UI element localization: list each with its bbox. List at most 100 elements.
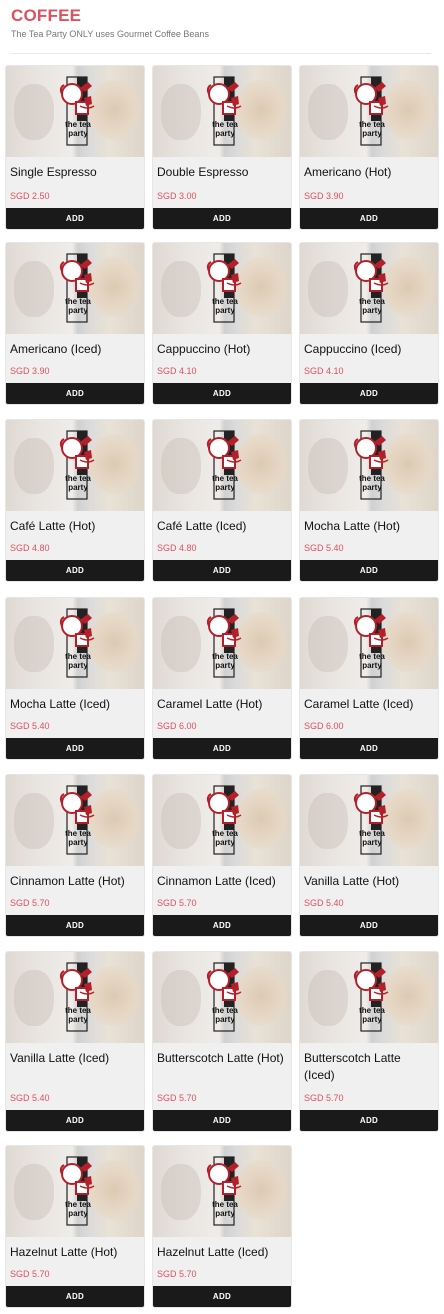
- tea-party-logo-icon: the tea party: [206, 785, 242, 855]
- product-name[interactable]: Caramel Latte (Iced): [304, 696, 434, 713]
- product-price: SGD 5.40: [10, 721, 50, 731]
- product-card[interactable]: the tea party Cinnamon Latte (Iced) SGD …: [152, 774, 292, 937]
- add-to-cart-button[interactable]: ADD: [153, 560, 291, 581]
- add-to-cart-button[interactable]: ADD: [6, 1286, 144, 1307]
- add-to-cart-button[interactable]: ADD: [300, 738, 438, 759]
- product-price: SGD 5.70: [304, 1093, 344, 1103]
- product-image[interactable]: the tea party: [153, 420, 291, 511]
- product-image[interactable]: the tea party: [153, 775, 291, 866]
- product-image[interactable]: the tea party: [300, 952, 438, 1043]
- add-to-cart-button[interactable]: ADD: [300, 915, 438, 936]
- tea-party-logo-icon: the tea party: [59, 76, 95, 146]
- product-image[interactable]: the tea party: [300, 775, 438, 866]
- product-image[interactable]: the tea party: [6, 952, 144, 1043]
- product-name[interactable]: Americano (Iced): [10, 341, 140, 358]
- product-card[interactable]: the tea party Caramel Latte (Iced) SGD 6…: [299, 597, 439, 760]
- product-card[interactable]: the tea party Mocha Latte (Iced) SGD 5.4…: [5, 597, 145, 760]
- add-to-cart-button[interactable]: ADD: [6, 383, 144, 404]
- logo-line-2: party: [215, 838, 235, 847]
- add-to-cart-button[interactable]: ADD: [153, 208, 291, 229]
- product-name[interactable]: Americano (Hot): [304, 164, 434, 181]
- product-name[interactable]: Butterscotch Latte (Iced): [304, 1050, 434, 1084]
- product-card[interactable]: the tea party Vanilla Latte (Hot) SGD 5.…: [299, 774, 439, 937]
- product-card[interactable]: the tea party Café Latte (Iced) SGD 4.80…: [152, 419, 292, 582]
- product-name[interactable]: Cinnamon Latte (Iced): [157, 873, 287, 890]
- logo-line-1: the tea: [65, 297, 91, 306]
- product-name[interactable]: Cinnamon Latte (Hot): [10, 873, 140, 890]
- add-to-cart-button[interactable]: ADD: [300, 560, 438, 581]
- product-name[interactable]: Hazelnut Latte (Iced): [157, 1244, 287, 1261]
- logo-line-1: the tea: [359, 120, 385, 129]
- product-name[interactable]: Café Latte (Hot): [10, 518, 140, 535]
- tea-party-logo-icon: the tea party: [206, 430, 242, 500]
- add-to-cart-button[interactable]: ADD: [6, 915, 144, 936]
- tea-party-logo-icon: the tea party: [206, 76, 242, 146]
- add-to-cart-button[interactable]: ADD: [153, 383, 291, 404]
- product-image[interactable]: the tea party: [6, 420, 144, 511]
- product-name[interactable]: Mocha Latte (Hot): [304, 518, 434, 535]
- product-name[interactable]: Butterscotch Latte (Hot): [157, 1050, 287, 1067]
- product-card[interactable]: the tea party Vanilla Latte (Iced) SGD 5…: [5, 951, 145, 1132]
- add-to-cart-button[interactable]: ADD: [153, 738, 291, 759]
- product-card[interactable]: the tea party Americano (Hot) SGD 3.90 A…: [299, 65, 439, 230]
- add-to-cart-button[interactable]: ADD: [300, 1110, 438, 1131]
- logo-line-1: the tea: [65, 474, 91, 483]
- product-image[interactable]: the tea party: [300, 66, 438, 157]
- section-header: COFFEE The Tea Party ONLY uses Gourmet C…: [11, 0, 431, 39]
- product-card[interactable]: the tea party Mocha Latte (Hot) SGD 5.40…: [299, 419, 439, 582]
- product-name[interactable]: Vanilla Latte (Iced): [10, 1050, 140, 1067]
- add-to-cart-button[interactable]: ADD: [6, 560, 144, 581]
- tea-party-logo-icon: the tea party: [206, 608, 242, 678]
- product-card[interactable]: the tea party Cappuccino (Hot) SGD 4.10 …: [152, 242, 292, 405]
- product-price: SGD 4.80: [157, 543, 197, 553]
- add-to-cart-button[interactable]: ADD: [6, 208, 144, 229]
- logo-line-1: the tea: [65, 652, 91, 661]
- product-card[interactable]: the tea party Butterscotch Latte (Hot) S…: [152, 951, 292, 1132]
- add-to-cart-button[interactable]: ADD: [300, 383, 438, 404]
- product-image[interactable]: the tea party: [300, 243, 438, 334]
- product-card[interactable]: the tea party Americano (Iced) SGD 3.90 …: [5, 242, 145, 405]
- logo-line-1: the tea: [212, 1006, 238, 1015]
- product-card[interactable]: the tea party Caramel Latte (Hot) SGD 6.…: [152, 597, 292, 760]
- product-card[interactable]: the tea party Single Espresso SGD 2.50 A…: [5, 65, 145, 230]
- product-image[interactable]: the tea party: [153, 243, 291, 334]
- logo-line-1: the tea: [359, 297, 385, 306]
- product-image[interactable]: the tea party: [153, 66, 291, 157]
- product-price: SGD 3.90: [10, 366, 50, 376]
- add-to-cart-button[interactable]: ADD: [300, 208, 438, 229]
- product-name[interactable]: Single Espresso: [10, 164, 140, 181]
- product-name[interactable]: Mocha Latte (Iced): [10, 696, 140, 713]
- product-name[interactable]: Vanilla Latte (Hot): [304, 873, 434, 890]
- add-to-cart-button[interactable]: ADD: [6, 738, 144, 759]
- product-name[interactable]: Café Latte (Iced): [157, 518, 287, 535]
- product-image[interactable]: the tea party: [6, 243, 144, 334]
- product-image[interactable]: the tea party: [153, 1146, 291, 1237]
- product-name[interactable]: Double Espresso: [157, 164, 287, 181]
- add-to-cart-button[interactable]: ADD: [153, 915, 291, 936]
- product-image[interactable]: the tea party: [6, 598, 144, 689]
- product-image[interactable]: the tea party: [6, 66, 144, 157]
- product-name[interactable]: Cappuccino (Iced): [304, 341, 434, 358]
- product-image[interactable]: the tea party: [300, 598, 438, 689]
- product-card[interactable]: the tea party Café Latte (Hot) SGD 4.80 …: [5, 419, 145, 582]
- product-image[interactable]: the tea party: [6, 1146, 144, 1237]
- product-name[interactable]: Cappuccino (Hot): [157, 341, 287, 358]
- product-image[interactable]: the tea party: [153, 952, 291, 1043]
- product-name[interactable]: Caramel Latte (Hot): [157, 696, 287, 713]
- logo-line-1: the tea: [212, 297, 238, 306]
- product-card[interactable]: the tea party Cinnamon Latte (Hot) SGD 5…: [5, 774, 145, 937]
- product-card[interactable]: the tea party Cappuccino (Iced) SGD 4.10…: [299, 242, 439, 405]
- product-price: SGD 4.80: [10, 543, 50, 553]
- product-price: SGD 5.40: [304, 898, 344, 908]
- add-to-cart-button[interactable]: ADD: [6, 1110, 144, 1131]
- add-to-cart-button[interactable]: ADD: [153, 1110, 291, 1131]
- product-name[interactable]: Hazelnut Latte (Hot): [10, 1244, 140, 1261]
- product-image[interactable]: the tea party: [6, 775, 144, 866]
- product-card[interactable]: the tea party Double Espresso SGD 3.00 A…: [152, 65, 292, 230]
- add-to-cart-button[interactable]: ADD: [153, 1286, 291, 1307]
- product-image[interactable]: the tea party: [153, 598, 291, 689]
- product-image[interactable]: the tea party: [300, 420, 438, 511]
- product-card[interactable]: the tea party Hazelnut Latte (Hot) SGD 5…: [5, 1145, 145, 1308]
- product-card[interactable]: the tea party Hazelnut Latte (Iced) SGD …: [152, 1145, 292, 1308]
- product-card[interactable]: the tea party Butterscotch Latte (Iced) …: [299, 951, 439, 1132]
